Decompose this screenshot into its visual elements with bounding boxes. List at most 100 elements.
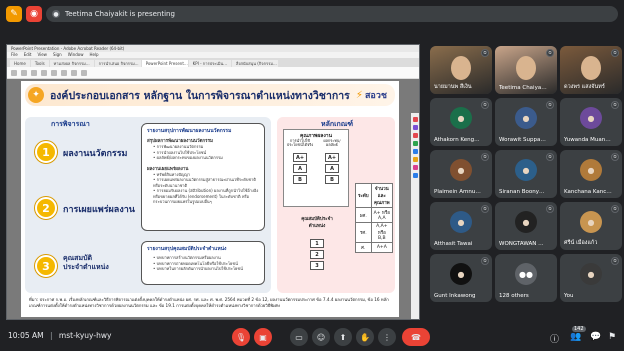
- mic-off-button[interactable]: 🎙: [232, 328, 250, 346]
- participant-count-badge: 142: [572, 326, 586, 332]
- leave-call-button[interactable]: ☎: [402, 328, 430, 346]
- tab-doc-3[interactable]: KPI - การประเมิน...: [188, 60, 231, 67]
- presenter-avatar-icon: ●: [52, 10, 60, 18]
- reader-side-toolbar: [411, 113, 419, 319]
- print-icon[interactable]: [31, 69, 37, 76]
- activities-icon[interactable]: ⚑: [608, 332, 616, 342]
- item-label-1: ผลงานนวัตกรรม: [63, 149, 128, 159]
- star-icon[interactable]: [11, 69, 17, 76]
- item-number-3: 3: [35, 255, 57, 277]
- pdf-tool-icon[interactable]: [412, 117, 418, 122]
- tab-doc-active[interactable]: PowerPoint Present...: [141, 60, 188, 67]
- edit-pdf-icon[interactable]: [412, 125, 418, 130]
- participant-tile[interactable]: ●● 128 others: [495, 254, 557, 302]
- present-button[interactable]: ⬆: [334, 328, 352, 346]
- box2-subheading: ผลงานเผยแพร่ผลงาน: [147, 166, 189, 172]
- participant-name: Athakorn Kengpol: [434, 137, 482, 143]
- participant-tile[interactable]: ● ⦸ ศรีน์ เมืองแก้ว: [560, 202, 622, 250]
- table-header: ระดับ: [355, 183, 372, 208]
- grade-cell: B: [325, 175, 339, 184]
- tab-doc-4[interactable]: สิ่งสนับสนุน (กิจกรรม...: [232, 60, 278, 67]
- captions-button[interactable]: ▭: [290, 328, 308, 346]
- qualification-summary-box: รายงานสรุปคุณสมบัติประจำตำแหน่ง บทบาทการ…: [141, 241, 265, 285]
- meeting-code: mst-kyuy-hwy: [58, 331, 112, 340]
- participant-tile[interactable]: ⦸ Teetima Chaiyakit: [495, 46, 557, 94]
- tab-home[interactable]: Home: [10, 60, 30, 67]
- organization-logo: ⚡ สอวช: [356, 88, 387, 102]
- tab-doc-1[interactable]: ทามส่งผล กิจกรรม...: [49, 60, 94, 67]
- logo-text: สอวช: [364, 91, 387, 101]
- grade-cell: A+: [325, 153, 339, 162]
- tab-doc-2[interactable]: การนำเสนอ กิจกรรม...: [94, 60, 141, 67]
- qualification-heading: คุณสมบัติประจำตำแหน่ง: [301, 217, 333, 229]
- item-label-3: คุณสมบัติ ประจำตำแหน่ง: [63, 254, 109, 272]
- table-cell: A+A: [370, 242, 394, 253]
- organize-icon[interactable]: [412, 149, 418, 154]
- pen-icon[interactable]: [81, 69, 87, 76]
- reactions-button[interactable]: ☺: [312, 328, 330, 346]
- camera-off-button[interactable]: ▣: [254, 328, 272, 346]
- box1-line: ผลลัพธ์/ผลกระทบของผลงานนวัตกรรม: [147, 155, 259, 161]
- participant-tile[interactable]: ● ⦸ Yuwanda Muangi...: [560, 98, 622, 146]
- participant-tile[interactable]: ● ⦸ Worawit Suppaw...: [495, 98, 557, 146]
- document-tabs: Home Tools ทามส่งผล กิจกรรม... การนำเสนอ…: [7, 58, 419, 67]
- table-cell: ศ.: [355, 242, 372, 253]
- participant-tile[interactable]: ● ⦸ Plaimein Amnua...: [430, 150, 492, 198]
- zoom-icon[interactable]: [51, 69, 57, 76]
- box1-subheading: สรุปผลการพัฒนาผลงานนวัตกรรม: [147, 139, 213, 144]
- raise-hand-button[interactable]: ✋: [356, 328, 374, 346]
- menu-help[interactable]: Help: [89, 52, 98, 58]
- participant-name: Siranan Boonyap...: [499, 189, 547, 195]
- presenting-status[interactable]: ● Teetima Chaiyakit is presenting: [46, 6, 618, 22]
- menu-window[interactable]: Window: [68, 52, 84, 58]
- participant-name: Plaimein Amnua...: [434, 189, 482, 195]
- participant-tile[interactable]: ● ⦸ Gunt Inkawong: [430, 254, 492, 302]
- participant-tile[interactable]: ● ⦸ WONGTAWAN U...: [495, 202, 557, 250]
- chat-icon[interactable]: 💬: [590, 332, 601, 342]
- table-row: รศ. A,A+ หรือ B,B: [355, 222, 394, 243]
- reader-toolbar: [7, 67, 419, 79]
- select-icon[interactable]: [61, 69, 67, 76]
- menu-view[interactable]: View: [37, 52, 47, 58]
- muted-mic-icon: ⦸: [481, 153, 489, 161]
- pdf-viewport[interactable]: ✦ องค์ประกอบเอกสาร หลักฐาน ในการพิจารณาต…: [7, 79, 419, 319]
- participant-tile[interactable]: ● ⦸ Athakorn Kengpol: [430, 98, 492, 146]
- protect-icon[interactable]: [412, 173, 418, 178]
- notes-icon[interactable]: ✎: [6, 6, 22, 22]
- participant-name: ศรีน์ เมืองแก้ว: [564, 240, 598, 246]
- export-icon[interactable]: [412, 133, 418, 138]
- muted-mic-icon: ⦸: [481, 49, 489, 57]
- tab-tools[interactable]: Tools: [30, 60, 49, 67]
- menu-sign[interactable]: Sign: [53, 52, 62, 58]
- participant-tile[interactable]: ● ⦸ Siranan Boonyap...: [495, 150, 557, 198]
- more-options-button[interactable]: ⋮: [378, 328, 396, 346]
- comment-tool-icon[interactable]: [412, 157, 418, 162]
- participant-name: ดวงพร แสงจันทร์: [564, 84, 605, 90]
- search-icon[interactable]: [41, 69, 47, 76]
- create-icon[interactable]: [412, 141, 418, 146]
- participant-tile[interactable]: ⦸ นายมานพ สีเงิน: [430, 46, 492, 94]
- participant-avatar: ●: [580, 159, 602, 181]
- info-icon[interactable]: ⓘ: [550, 332, 559, 345]
- item-label-3-line1: คุณสมบัติ: [63, 254, 93, 262]
- stop-presenting-icon[interactable]: ◉: [26, 6, 42, 22]
- participant-avatar: ●: [450, 211, 472, 233]
- innovation-summary-box: รายงานสรุปการพัฒนาผลงานนวัตกรรม สรุปผลกา…: [141, 123, 265, 231]
- grade-cell: A: [325, 164, 339, 173]
- fill-sign-icon[interactable]: [412, 165, 418, 170]
- participant-tile[interactable]: ⦸ ดวงพร แสงจันทร์: [560, 46, 622, 94]
- impact-column-label: ผลกระทบ/ผลลัพธ์: [323, 138, 341, 147]
- participant-name: Atthasit Tawai: [434, 241, 473, 247]
- muted-mic-icon: ⦸: [546, 153, 554, 161]
- menu-edit[interactable]: Edit: [24, 52, 32, 58]
- menu-file[interactable]: File: [11, 52, 18, 58]
- participant-tile[interactable]: ● ⦸ Atthasit Tawai: [430, 202, 492, 250]
- participant-name: Kanchana Kanch...: [564, 189, 612, 195]
- participant-tile[interactable]: ● ⦸ You: [560, 254, 622, 302]
- box2-line: การยอมรับผลงาน (attribution) ผลงานที่ถูก…: [147, 188, 259, 205]
- comment-icon[interactable]: [71, 69, 77, 76]
- upload-icon[interactable]: [21, 69, 27, 76]
- muted-mic-icon: ⦸: [481, 101, 489, 109]
- participant-tile[interactable]: ● ⦸ Kanchana Kanch...: [560, 150, 622, 198]
- people-icon[interactable]: 👥: [570, 332, 581, 342]
